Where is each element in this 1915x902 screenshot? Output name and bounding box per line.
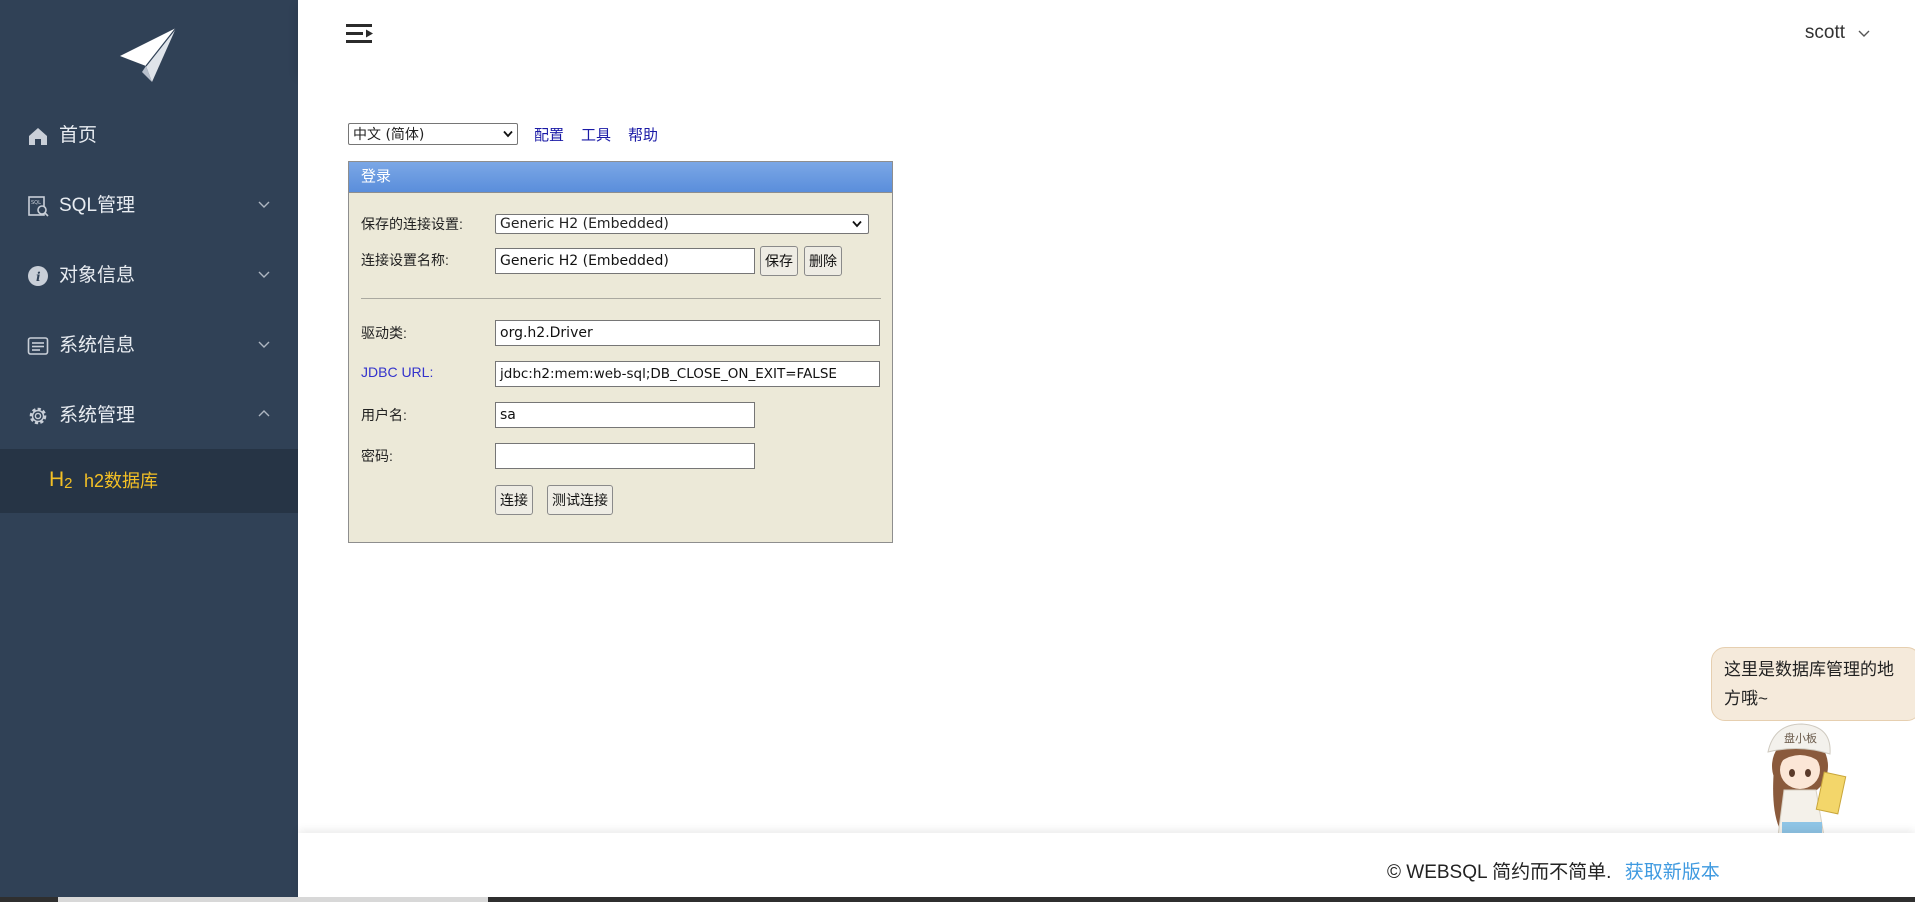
sidebar-item-home[interactable]: 首页 [0, 101, 298, 171]
username-input[interactable]: sa [495, 402, 755, 428]
h2-icon: H2 [49, 468, 73, 492]
help-link[interactable]: 帮助 [628, 124, 658, 145]
chevron-down-icon [258, 341, 270, 348]
chevron-down-icon [258, 201, 270, 208]
h2-toolbar: 中文 (简体) 配置 工具 帮助 [348, 123, 658, 145]
user-menu[interactable]: scott [1805, 22, 1871, 44]
bottom-strip-segment [58, 897, 488, 902]
language-select[interactable]: 中文 (简体) [348, 123, 518, 145]
sidebar-item-system-info[interactable]: 系统信息 [0, 311, 298, 381]
bottom-strip [0, 897, 1915, 902]
password-input[interactable] [495, 443, 755, 469]
chevron-down-icon [258, 271, 270, 278]
chevron-down-icon [1858, 30, 1870, 37]
settings-link[interactable]: 配置 [534, 124, 564, 145]
hamburger-icon[interactable] [346, 23, 374, 47]
sidebar-item-label: SQL管理 [59, 195, 136, 216]
connect-button[interactable]: 连接 [495, 485, 533, 515]
login-title: 登录 [349, 162, 892, 193]
bubble-line-2: 方哦~ [1724, 689, 1768, 708]
sidebar-item-object-info[interactable]: i 对象信息 [0, 241, 298, 311]
sidebar-item-label: 系统信息 [59, 335, 136, 356]
language-select-value: 中文 (简体) [353, 127, 425, 143]
svg-text:SQL: SQL [31, 200, 41, 206]
divider [361, 298, 881, 299]
list-icon [27, 337, 49, 355]
jdbc-url-label[interactable]: JDBC URL: [361, 364, 433, 380]
sidebar-item-label: 首页 [59, 125, 98, 146]
chevron-up-icon [258, 410, 270, 417]
home-icon [29, 128, 47, 145]
sidebar: 首页 SQL SQL管理 i 对象信息 系统信息 系统管理 H2 h2数据库 [0, 0, 298, 902]
top-header: scott [298, 0, 1915, 73]
get-new-version-link[interactable]: 获取新版本 [1625, 862, 1720, 883]
svg-text:盘小板: 盘小板 [1784, 731, 1817, 745]
svg-text:i: i [36, 270, 41, 284]
saved-settings-select[interactable]: Generic H2 (Embedded) [495, 214, 869, 234]
login-panel: 登录 保存的连接设置: Generic H2 (Embedded) 连接设置名称… [348, 161, 893, 543]
sidebar-item-label: 对象信息 [59, 265, 136, 286]
main-content: 中文 (简体) 配置 工具 帮助 登录 保存的连接设置: Generic H2 … [298, 73, 1915, 833]
chevron-down-icon [852, 220, 862, 228]
saved-settings-label: 保存的连接设置: [361, 216, 463, 232]
sidebar-item-sql[interactable]: SQL SQL管理 [0, 171, 298, 241]
jdbc-url-input[interactable]: jdbc:h2:mem:web-sql;DB_CLOSE_ON_EXIT=FAL… [495, 361, 880, 387]
username: scott [1804, 22, 1845, 43]
bubble-line-1: 这里是数据库管理的地 [1724, 660, 1894, 679]
sidebar-item-label: 系统管理 [59, 405, 136, 426]
test-connection-button[interactable]: 测试连接 [547, 485, 613, 515]
paper-plane-logo[interactable] [118, 26, 178, 82]
copyright-text: © WEBSQL 简约而不简单. [1387, 862, 1612, 883]
driver-label: 驱动类: [361, 325, 407, 341]
setting-name-label: 连接设置名称: [361, 252, 449, 268]
footer: © WEBSQL 简约而不简单. 获取新版本 [298, 833, 1915, 902]
driver-input[interactable]: org.h2.Driver [495, 320, 880, 346]
save-button[interactable]: 保存 [760, 246, 798, 276]
tools-link[interactable]: 工具 [581, 124, 611, 145]
mascot-speech-bubble: 这里是数据库管理的地 方哦~ [1711, 647, 1915, 721]
saved-settings-value: Generic H2 (Embedded) [500, 216, 669, 232]
chevron-down-icon [503, 130, 513, 138]
sidebar-subitem-label: h2数据库 [84, 471, 159, 491]
sidebar-subitem-h2-database[interactable]: H2 h2数据库 [0, 449, 298, 513]
setting-name-input[interactable]: Generic H2 (Embedded) [495, 248, 755, 274]
delete-button[interactable]: 删除 [804, 246, 842, 276]
username-label: 用户名: [361, 407, 407, 423]
sql-icon: SQL [28, 196, 49, 217]
sidebar-item-system-admin[interactable]: 系统管理 [0, 381, 298, 451]
footer-text: © WEBSQL 简约而不简单. 获取新版本 [1387, 857, 1720, 884]
info-icon: i [28, 266, 48, 286]
gear-icon [29, 407, 47, 425]
password-label: 密码: [361, 448, 393, 464]
